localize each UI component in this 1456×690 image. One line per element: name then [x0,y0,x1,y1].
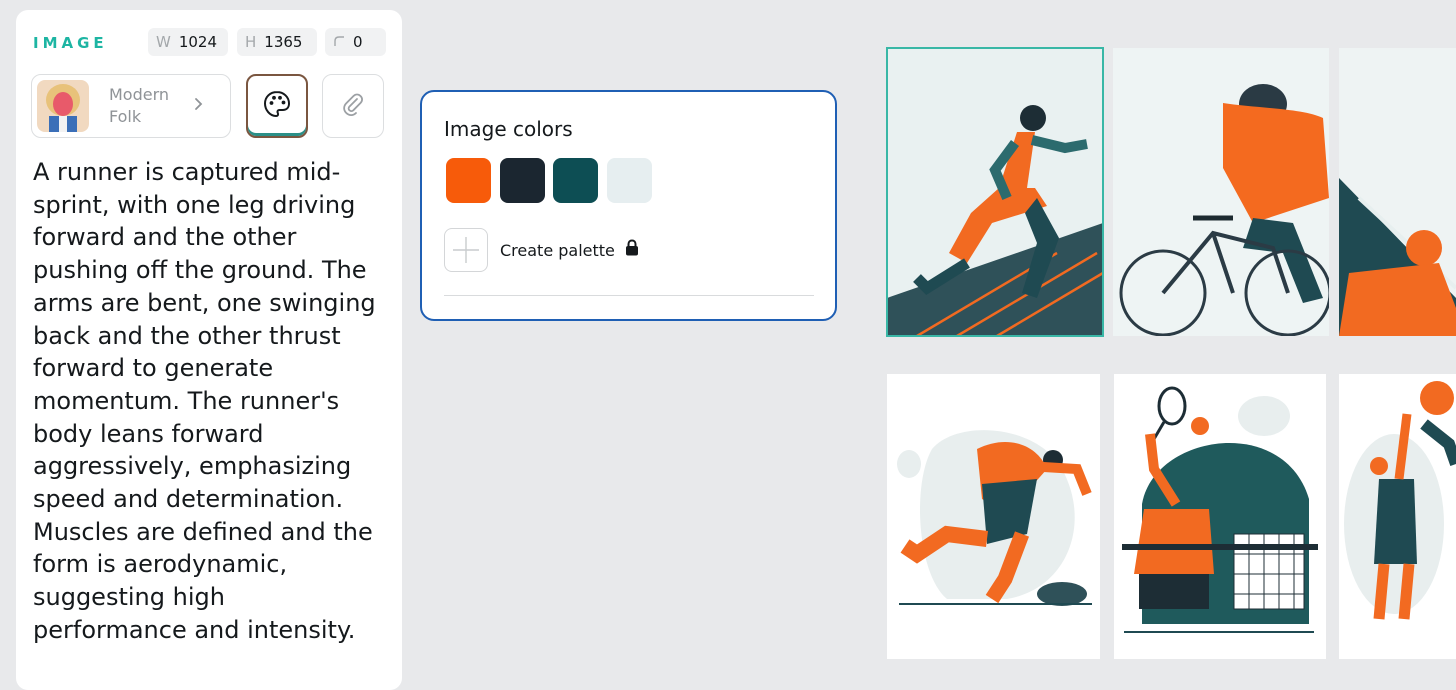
height-field[interactable]: H 1365 [237,28,317,56]
section-label: IMAGE [33,34,108,52]
panel-header: IMAGE [33,34,108,52]
image-colors-button[interactable] [246,74,308,138]
gallery-image-cyclist[interactable] [1113,48,1329,336]
height-value: 1365 [264,33,303,51]
popup-divider [444,295,814,296]
color-swatch-teal[interactable] [553,158,598,203]
gallery-image-climber[interactable] [1339,48,1456,336]
gallery-image-volleyball[interactable] [1339,374,1456,659]
create-palette-label: Create palette [500,240,615,260]
corner-radius-icon [333,33,345,51]
popup-title: Image colors [444,117,573,141]
image-settings-panel: IMAGE W 1024 H 1365 0 Modern Folk A runn… [16,10,402,690]
width-value: 1024 [178,33,218,51]
gallery-image-runner[interactable] [886,47,1104,337]
lock-icon [625,239,639,261]
create-palette-button[interactable]: Create palette [444,228,639,272]
height-key: H [245,33,257,51]
prompt-text[interactable]: A runner is captured mid-sprint, with on… [33,156,385,647]
style-selector-button[interactable]: Modern Folk [31,74,231,138]
color-swatch-orange[interactable] [446,158,491,203]
color-swatch-navy[interactable] [500,158,545,203]
palette-icon [262,89,292,124]
style-thumbnail [37,80,89,132]
gallery-image-tennis[interactable] [1114,374,1326,659]
color-swatch-light[interactable] [607,158,652,203]
gallery-image-sprinter[interactable] [887,374,1100,659]
corner-radius-value: 0 [353,33,363,51]
width-field[interactable]: W 1024 [148,28,228,56]
plus-icon [444,228,488,272]
image-colors-popup: Image colors Create palette [420,90,837,321]
chevron-right-icon [193,97,203,116]
paperclip-icon [340,91,366,122]
attach-button[interactable] [322,74,384,138]
corner-radius-field[interactable]: 0 [325,28,386,56]
width-key: W [156,33,171,51]
style-name: Modern Folk [109,85,170,126]
